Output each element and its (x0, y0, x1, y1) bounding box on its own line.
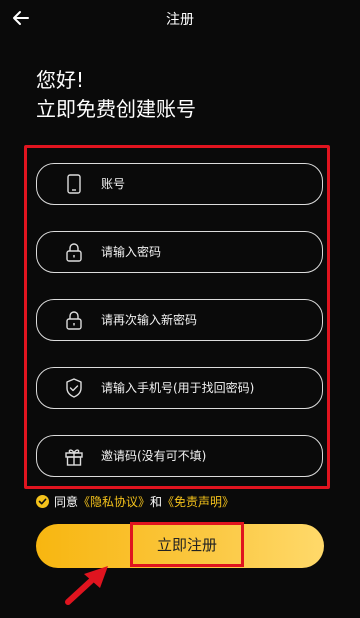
phone-icon (67, 174, 81, 194)
subtitle-text: 立即免费创建账号 (36, 97, 196, 121)
phone-field[interactable] (36, 367, 323, 409)
page-title: 注册 (166, 12, 194, 28)
check-icon (38, 498, 47, 504)
invite-code-input[interactable] (101, 442, 311, 470)
agreement-row: 同意 《隐私协议》 和 《免责声明》 (36, 492, 234, 510)
pointer-arrow-icon (65, 566, 108, 605)
password-input[interactable] (101, 238, 311, 266)
lock-icon (66, 311, 82, 330)
agreement-and: 和 (150, 494, 163, 509)
agreement-prefix: 同意 (54, 494, 79, 509)
shield-check-icon (66, 378, 82, 398)
greeting-text: 您好! (36, 68, 85, 92)
top-bar: 注册 (0, 0, 360, 36)
account-input[interactable] (101, 170, 311, 198)
phone-input[interactable] (101, 374, 311, 402)
confirm-password-input[interactable] (101, 306, 311, 334)
disclaimer-link[interactable]: 《免责声明》 (162, 493, 234, 510)
privacy-policy-link[interactable]: 《隐私协议》 (78, 493, 150, 510)
agreement-checkbox[interactable] (36, 494, 49, 508)
confirm-password-field[interactable] (36, 299, 323, 341)
invite-code-field[interactable] (36, 435, 323, 477)
gift-icon (65, 449, 83, 466)
password-field[interactable] (36, 231, 323, 273)
account-field[interactable] (36, 163, 323, 205)
lock-icon (66, 243, 82, 262)
